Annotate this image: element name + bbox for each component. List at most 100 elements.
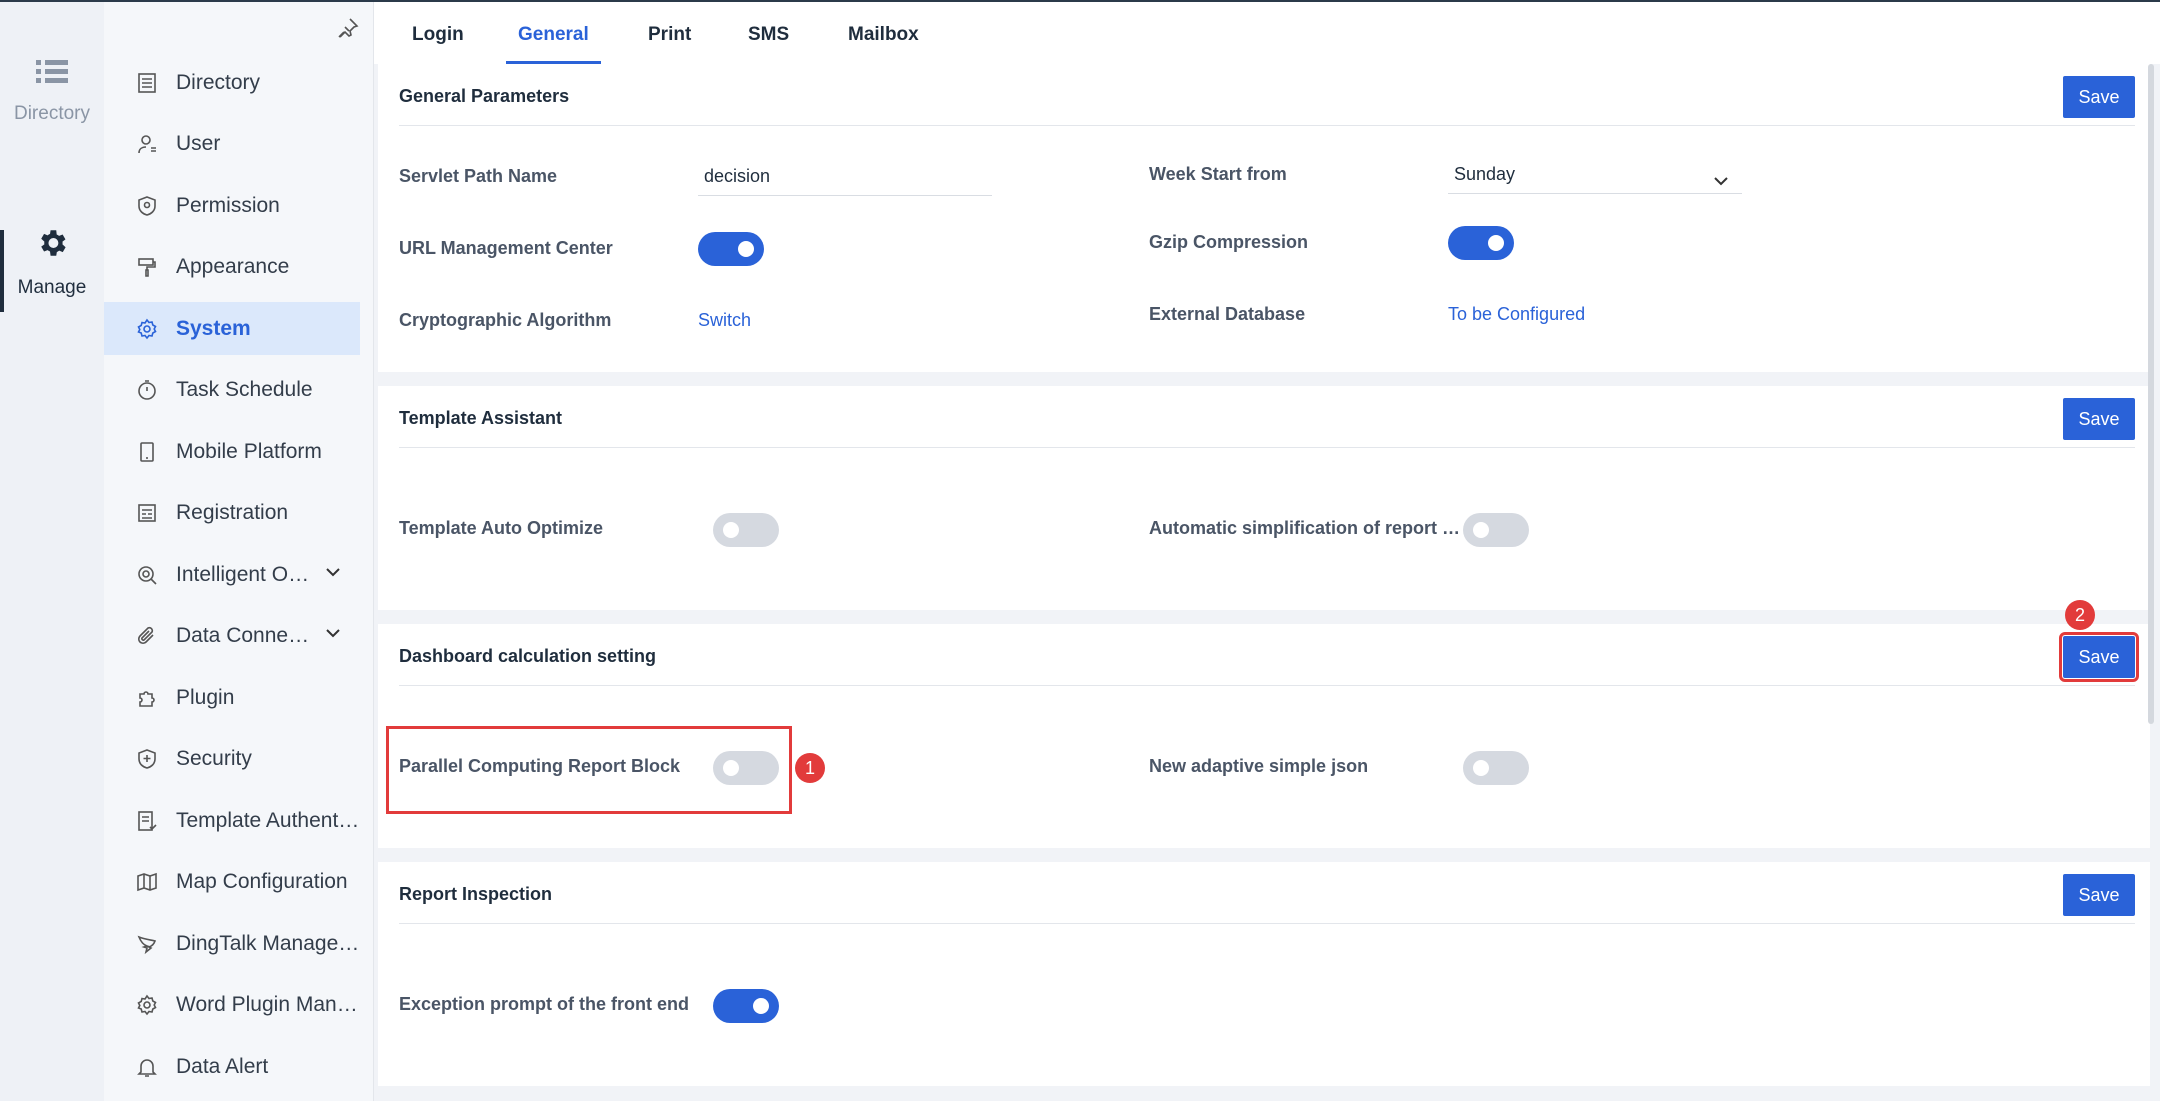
sidebar-item-label: System	[176, 316, 251, 340]
sidebar-item-registration[interactable]: Registration	[104, 487, 360, 540]
sidebar-nav: Directory User Permission Appearance System T…	[104, 2, 483, 1101]
crypto-algorithm-label: Cryptographic Algorithm	[399, 310, 612, 330]
url-management-label: URL Management Center	[399, 238, 613, 258]
sidebar-item-permission[interactable]: Permission	[104, 179, 360, 232]
adaptive-json-label: New adaptive simple json	[1149, 756, 1369, 776]
sidebar-item-data-alert[interactable]: Data Alert	[104, 1040, 360, 1093]
sidebar-item-appearance[interactable]: Appearance	[104, 241, 360, 294]
servlet-path-input[interactable]: decision	[698, 156, 992, 196]
save-button[interactable]: Save	[2063, 874, 2135, 916]
annotation-badge-1: 1	[795, 753, 825, 783]
sidebar-item-label: Word Plugin Management	[176, 993, 360, 1016]
chevron-down-icon[interactable]	[324, 563, 342, 587]
panel-header: General Parameters Save	[399, 64, 2135, 126]
rail-item-manage[interactable]: Manage	[0, 230, 104, 312]
chevron-down-icon	[1712, 164, 1730, 204]
save-button[interactable]: Save	[2059, 632, 2139, 682]
week-start-label: Week Start from	[1149, 164, 1287, 184]
panel-title: Report Inspection	[399, 884, 553, 904]
panel-title: General Parameters	[399, 86, 570, 106]
general-parameters-panel: General Parameters Save Servlet Path Nam…	[378, 64, 2150, 372]
save-button[interactable]: Save	[2063, 76, 2135, 118]
sidebar-item-system[interactable]: System	[104, 302, 360, 355]
intelligent-icon	[136, 564, 158, 586]
annotation-badge-2: 2	[2065, 600, 2095, 630]
sidebar-item-label: Directory	[176, 70, 261, 94]
auto-simplification-label: Automatic simplification of report block	[1149, 518, 1461, 538]
template-auto-optimize-toggle[interactable]	[713, 513, 779, 547]
sidebar-item-label: Data Alert	[176, 1054, 269, 1078]
switch-link[interactable]: Switch	[698, 310, 751, 331]
template-auth-icon	[136, 810, 158, 832]
pin-icon[interactable]	[336, 16, 360, 45]
map-icon	[136, 871, 158, 893]
to-be-configured-link[interactable]: To be Configured	[1448, 304, 1585, 325]
sidebar-item-label: Data Connection	[176, 624, 318, 647]
sidebar-item-mobile-platform[interactable]: Mobile Platform	[104, 425, 360, 478]
shield-icon	[136, 195, 158, 217]
sidebar-item-label: User	[176, 132, 221, 155]
exception-prompt-toggle[interactable]	[713, 989, 779, 1023]
user-icon	[136, 133, 158, 155]
panel-header: Template Assistant Save	[399, 386, 2135, 448]
tab-bar: Login General Print SMS Mailbox	[374, 2, 2160, 64]
sidebar-item-plugin[interactable]: Plugin	[104, 671, 360, 724]
panel-header: Report Inspection Save	[399, 862, 2135, 924]
panel-header: Dashboard calculation setting Save	[399, 624, 2139, 686]
sidebar-item-label: Intelligent Operation	[176, 562, 318, 586]
sidebar-item-template-authentication[interactable]: Template Authentication	[104, 794, 360, 847]
sidebar-item-label: Registration	[176, 501, 289, 524]
auto-simplification-toggle[interactable]	[1463, 513, 1529, 547]
highlight-box	[386, 726, 792, 814]
sidebar-item-label: Permission	[176, 193, 280, 217]
dingtalk-icon	[136, 933, 158, 955]
sidebar-item-label: Appearance	[176, 255, 290, 278]
report-inspection-panel: Report Inspection Save Exception prompt …	[378, 862, 2150, 1086]
panel-title: Dashboard calculation setting	[399, 646, 657, 666]
scrollbar[interactable]	[2148, 64, 2154, 724]
save-button[interactable]: Save	[2063, 398, 2135, 440]
sidebar-item-user[interactable]: User	[104, 118, 360, 171]
gear-icon	[35, 226, 69, 265]
sidebar-item-label: DingTalk Management	[176, 931, 360, 955]
sidebar-item-label: Template Authentication	[176, 808, 360, 832]
template-assistant-panel: Template Assistant Save Template Auto Op…	[378, 386, 2150, 610]
sidebar-item-map-configuration[interactable]: Map Configuration	[104, 856, 360, 909]
template-auto-optimize-label: Template Auto Optimize	[399, 518, 604, 538]
url-management-toggle[interactable]	[698, 232, 764, 266]
gear-icon	[136, 318, 158, 340]
paint-roller-icon	[136, 256, 158, 278]
sidebar-item-label: Map Configuration	[176, 870, 348, 893]
gzip-compression-toggle[interactable]	[1448, 226, 1514, 260]
gear-icon	[136, 994, 158, 1016]
gzip-compression-label: Gzip Compression	[1149, 232, 1309, 252]
panel-title: Template Assistant	[399, 408, 563, 428]
sidebar-item-label: Security	[176, 747, 252, 770]
tab-general[interactable]: General	[480, 2, 627, 64]
timer-icon	[136, 379, 158, 401]
chevron-down-icon[interactable]	[324, 624, 342, 648]
sidebar-item-label: Plugin	[176, 685, 235, 709]
left-rail: Directory Manage	[0, 2, 104, 1101]
tab-mailbox[interactable]: Mailbox	[810, 2, 957, 64]
sidebar-item-security[interactable]: Security	[104, 733, 360, 786]
external-database-label: External Database	[1149, 304, 1306, 324]
week-start-value: Sunday	[1454, 164, 1516, 184]
sidebar-item-directory[interactable]: Directory	[104, 56, 360, 109]
sidebar-item-task-schedule[interactable]: Task Schedule	[104, 364, 360, 417]
sidebar-item-intelligent-operation[interactable]: Intelligent Operation	[104, 548, 360, 601]
sidebar-item-label: Task Schedule	[176, 378, 313, 401]
registration-icon	[136, 502, 158, 524]
rail-item-label: Directory	[13, 103, 90, 124]
exception-prompt-label: Exception prompt of the front end	[399, 994, 689, 1014]
sidebar-item-word-plugin-management[interactable]: Word Plugin Management	[104, 979, 360, 1032]
paperclip-icon	[136, 625, 158, 647]
adaptive-json-toggle[interactable]	[1463, 751, 1529, 785]
sidebar-item-label: Mobile Platform	[176, 439, 322, 463]
sidebar-item-dingtalk-management[interactable]: DingTalk Management	[104, 917, 360, 970]
mobile-icon	[136, 441, 158, 463]
shield-plus-icon	[136, 748, 158, 770]
rail-item-directory[interactable]: Directory	[0, 58, 104, 125]
sidebar-item-data-connection[interactable]: Data Connection	[104, 610, 360, 663]
week-start-select[interactable]: Sunday	[1448, 154, 1742, 194]
